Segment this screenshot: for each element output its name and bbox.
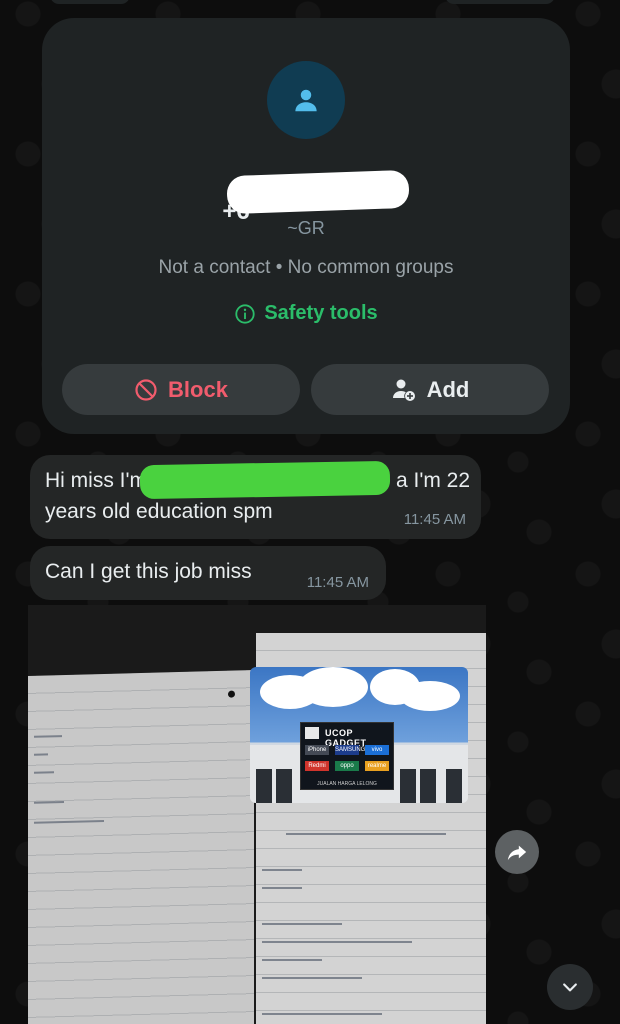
- chevron-down-icon: [563, 983, 577, 992]
- photo-message[interactable]: UCOP GADGET iPhone SAMSUNG vivo Redmi op…: [28, 605, 486, 1024]
- resume-page-left: [28, 670, 254, 1024]
- message-bubble[interactable]: Can I get this job miss 11:45 AM: [30, 546, 386, 600]
- message-time: 11:45 AM: [403, 511, 466, 528]
- message-text-line2: years old education spm: [45, 500, 273, 523]
- avatar[interactable]: [267, 61, 345, 139]
- add-person-icon: [392, 379, 415, 401]
- block-label: Block: [168, 376, 228, 402]
- brand-label: iPhone: [305, 745, 329, 755]
- top-right-pill: [445, 0, 555, 4]
- contact-status-line: Not a contact • No common groups: [158, 257, 454, 278]
- brand-label: realme: [365, 761, 389, 771]
- phone-redaction: [226, 169, 410, 215]
- message-text: Can I get this job miss: [45, 560, 252, 583]
- contact-alias: ~GR: [287, 218, 325, 238]
- top-left-pill: [50, 0, 130, 4]
- message-time: 11:45 AM: [306, 574, 369, 591]
- safety-tools-label: Safety tools: [264, 302, 378, 324]
- forward-icon: [507, 845, 527, 861]
- forward-button[interactable]: [495, 830, 539, 874]
- block-button[interactable]: Block: [62, 364, 300, 415]
- person-icon: [295, 89, 317, 112]
- shop-sign-photo: UCOP GADGET iPhone SAMSUNG vivo Redmi op…: [250, 667, 468, 803]
- safety-tools-link[interactable]: Safety tools: [42, 302, 570, 325]
- contact-info-card: +6 ~GR Not a contact • No common groups …: [42, 18, 570, 434]
- message-text-start: Hi miss I'm: [45, 469, 147, 492]
- block-icon: [135, 378, 157, 401]
- shop-sign-footer: JUALAN HARGA LELONG: [317, 781, 377, 787]
- brand-label: oppo: [335, 761, 359, 771]
- shop-logo: [305, 727, 319, 739]
- brand-label: vivo: [365, 745, 389, 755]
- name-redaction: [139, 460, 391, 500]
- shop-sign: UCOP GADGET iPhone SAMSUNG vivo Redmi op…: [300, 722, 394, 790]
- add-label: Add: [426, 376, 470, 402]
- scroll-to-bottom-button[interactable]: [547, 964, 593, 1010]
- info-icon: [235, 303, 255, 324]
- paper-hole: [228, 690, 235, 698]
- brand-label: Redmi: [305, 761, 329, 771]
- message-text-end: a I'm 22: [396, 469, 471, 492]
- brand-label: SAMSUNG: [335, 745, 366, 755]
- add-contact-button[interactable]: Add: [311, 364, 549, 415]
